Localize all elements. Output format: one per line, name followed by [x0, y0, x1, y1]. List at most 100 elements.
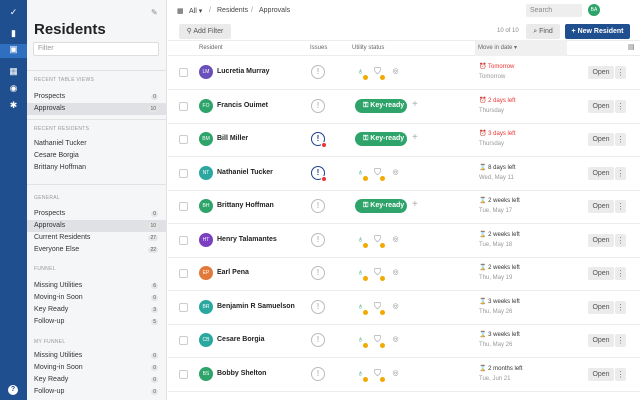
power-icon[interactable]: ♁ [355, 367, 368, 382]
issue-icon[interactable]: ! [311, 366, 325, 381]
internet-icon[interactable]: ◎ [390, 233, 401, 246]
table-row[interactable]: NT Nathaniel Tucker ! ♁ ⛉ ◎ ⌛ 8 days lef… [168, 157, 640, 191]
sidebar-item[interactable]: Prospects 0 [27, 208, 166, 220]
sidebar-item[interactable]: Current Residents 27 [27, 232, 166, 244]
resident-name[interactable]: Benjamin R Samuelson [217, 303, 295, 310]
more-icon[interactable]: ⋮ [615, 99, 626, 113]
issue-icon[interactable]: ! [311, 232, 325, 247]
row-checkbox[interactable] [179, 68, 188, 77]
more-icon[interactable]: ⋮ [615, 300, 626, 314]
power-icon[interactable]: ♁ [355, 65, 368, 80]
table-row[interactable]: HT Henry Talamantes ! ♁ ⛉ ◎ ⌛ 2 weeks le… [168, 224, 640, 258]
table-row[interactable]: BH Brittany Hoffman ! ⚿ Key-ready + ⌛ 2 w… [168, 190, 640, 224]
sidebar-item[interactable]: Everyone Else 22 [27, 244, 166, 256]
gas-icon[interactable]: ⛉ [372, 333, 385, 348]
row-checkbox[interactable] [179, 369, 188, 379]
gas-icon[interactable]: ⛉ [372, 266, 385, 281]
internet-icon[interactable]: ◎ [390, 65, 401, 78]
add-icon[interactable]: + [412, 99, 418, 110]
lock-icon[interactable]: ▣ [0, 44, 27, 58]
more-icon[interactable]: ⋮ [615, 66, 626, 79]
resident-name[interactable]: Henry Talamantes [217, 236, 277, 243]
new-resident-button[interactable]: + New Resident [565, 24, 630, 39]
key-ready-badge[interactable]: ⚿ Key-ready [355, 98, 407, 113]
row-checkbox[interactable] [179, 235, 188, 245]
open-button[interactable]: Open [588, 367, 614, 381]
power-icon[interactable]: ♁ [355, 233, 368, 248]
sidebar-item[interactable]: Key Ready 0 [27, 374, 166, 386]
issue-icon[interactable]: ! [311, 199, 325, 213]
issue-icon[interactable]: ! [311, 132, 327, 148]
internet-icon[interactable]: ◎ [390, 367, 401, 380]
table-row[interactable]: BM Bill Miller ! ⚿ Key-ready + ⏰ 3 days l… [168, 123, 640, 157]
more-icon[interactable]: ⋮ [615, 166, 626, 180]
power-icon[interactable]: ♁ [355, 166, 368, 181]
resident-name[interactable]: Brittany Hoffman [217, 202, 274, 209]
gas-icon[interactable]: ⛉ [372, 65, 385, 80]
row-checkbox[interactable] [179, 135, 188, 144]
sidebar-item[interactable]: Key Ready 3 [27, 304, 166, 316]
more-icon[interactable]: ⋮ [615, 267, 626, 280]
resident-name[interactable]: Francis Ouimet [217, 102, 268, 109]
recent-resident[interactable]: Brittany Hoffman [27, 162, 166, 174]
resident-name[interactable]: Lucretia Murray [217, 68, 270, 75]
sidebar-item-prospects[interactable]: Prospects 0 [27, 91, 166, 103]
columns-icon[interactable]: ▤ [628, 40, 635, 56]
row-checkbox[interactable] [179, 202, 188, 211]
key-ready-badge[interactable]: ⚿ Key-ready [355, 132, 407, 146]
issue-icon[interactable]: ! [311, 333, 325, 347]
recent-resident[interactable]: Cesare Borgia [27, 150, 166, 162]
more-icon[interactable]: ⋮ [615, 334, 626, 347]
resident-name[interactable]: Cesare Borgia [217, 336, 264, 343]
more-icon[interactable]: ⋮ [615, 233, 626, 247]
key-ready-badge[interactable]: ⚿ Key-ready [355, 199, 407, 213]
avatar[interactable]: BA [588, 4, 600, 16]
breadcrumb-residents[interactable]: Residents [217, 7, 248, 14]
resident-name[interactable]: Bobby Shelton [217, 370, 266, 377]
internet-icon[interactable]: ◎ [390, 266, 401, 279]
row-checkbox[interactable] [179, 302, 188, 312]
open-button[interactable]: Open [588, 200, 614, 213]
internet-icon[interactable]: ◎ [390, 333, 401, 346]
issue-icon[interactable]: ! [311, 65, 325, 79]
gas-icon[interactable]: ⛉ [372, 367, 385, 382]
open-button[interactable]: Open [588, 267, 614, 280]
column-move-in[interactable]: Move in date ▾ [475, 40, 567, 56]
sidebar-item[interactable]: Approvals 10 [27, 220, 166, 232]
more-icon[interactable]: ⋮ [615, 133, 626, 146]
gear-icon[interactable]: ✱ [8, 100, 19, 111]
table-row[interactable]: CB Cesare Borgia ! ♁ ⛉ ◎ ⌛ 3 weeks left … [168, 324, 640, 358]
resident-name[interactable]: Nathaniel Tucker [217, 169, 273, 176]
globe-icon[interactable]: ◉ [8, 83, 19, 94]
filter-input[interactable]: Filter [33, 42, 159, 56]
table-row[interactable]: EP Earl Pena ! ♁ ⛉ ◎ ⌛ 2 weeks left Thu,… [168, 257, 640, 291]
open-button[interactable]: Open [588, 300, 614, 314]
column-issues[interactable]: Issues [310, 40, 327, 56]
add-icon[interactable]: + [412, 132, 418, 143]
column-resident[interactable]: Resident [199, 40, 223, 56]
table-row[interactable]: BS Bobby Shelton ! ♁ ⛉ ◎ ⌛ 2 months left… [168, 358, 640, 392]
add-icon[interactable]: + [412, 199, 418, 210]
row-checkbox[interactable] [179, 269, 188, 278]
resident-name[interactable]: Earl Pena [217, 269, 249, 276]
add-filter-button[interactable]: ⚲ Add Filter [179, 24, 231, 39]
column-utility[interactable]: Utility status [352, 40, 384, 56]
open-button[interactable]: Open [588, 166, 614, 180]
search-input[interactable]: Search [526, 4, 582, 17]
sidebar-item[interactable]: Moving-in Soon 0 [27, 292, 166, 304]
power-icon[interactable]: ♁ [355, 266, 368, 281]
open-button[interactable]: Open [588, 233, 614, 247]
scope-dropdown[interactable]: All ▾ [189, 7, 202, 15]
power-icon[interactable]: ♁ [355, 333, 368, 348]
pin-icon[interactable]: ✎ [151, 8, 158, 17]
table-row[interactable]: LM Lucretia Murray ! ♁ ⛉ ◎ ⏰ Tomorrow To… [168, 56, 640, 90]
internet-icon[interactable]: ◎ [390, 166, 401, 179]
open-button[interactable]: Open [588, 334, 614, 347]
sidebar-item[interactable]: Moving-in Soon 0 [27, 362, 166, 374]
help-icon[interactable]: ? [8, 385, 18, 395]
issue-icon[interactable]: ! [311, 98, 325, 113]
recent-resident[interactable]: Nathaniel Tucker [27, 138, 166, 150]
resident-name[interactable]: Bill Miller [217, 135, 248, 142]
sidebar-item[interactable]: Missing Utilities 0 [27, 350, 166, 362]
gas-icon[interactable]: ⛉ [372, 233, 385, 248]
